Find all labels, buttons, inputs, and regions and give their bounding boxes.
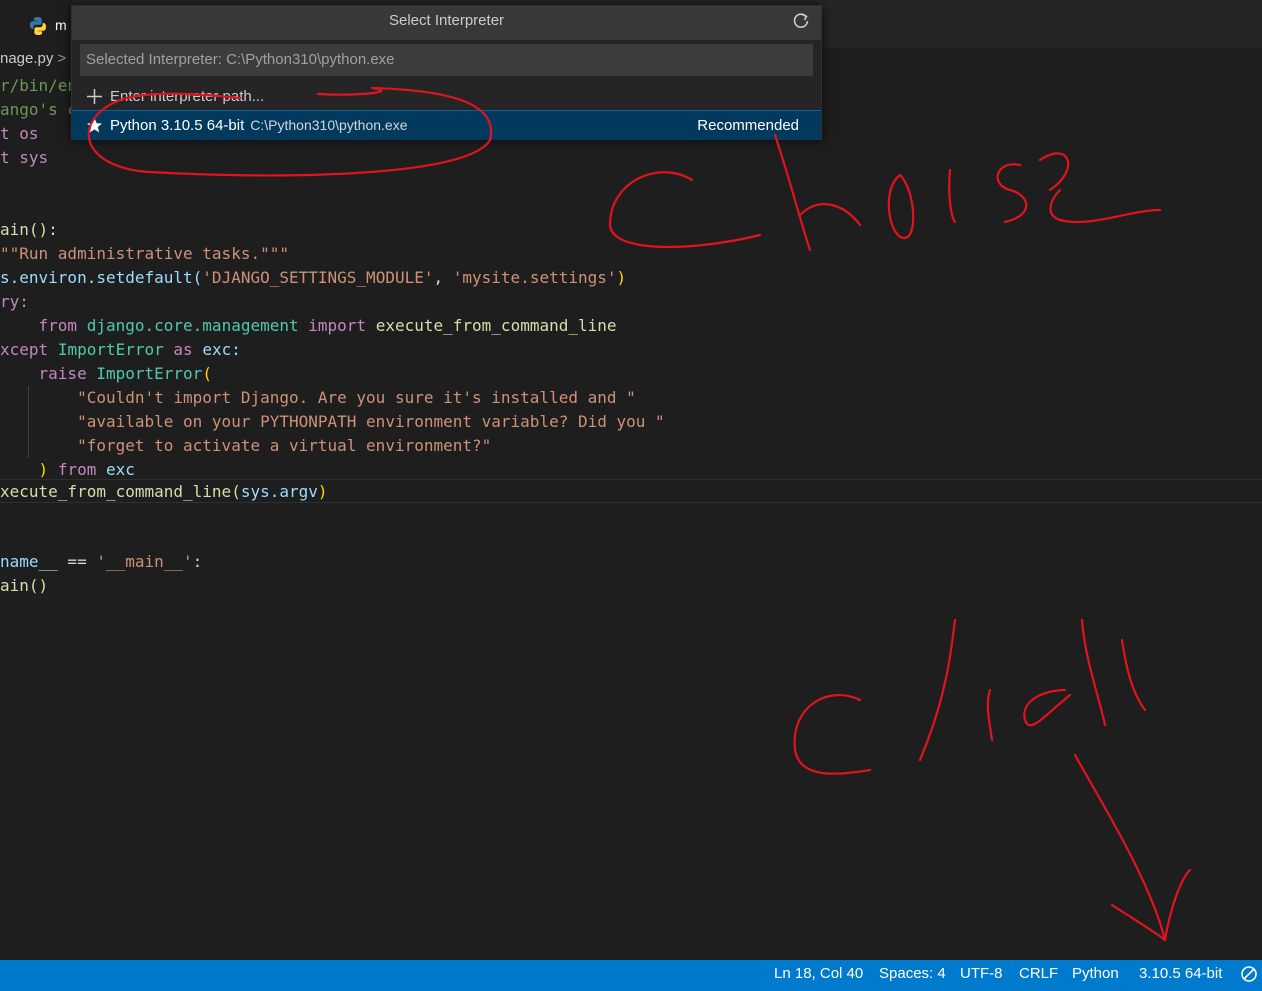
- python-interpreter-item[interactable]: Python 3.10.5 64-bit C:\Python310\python.…: [72, 110, 821, 140]
- quickpick-title: Select Interpreter: [72, 6, 821, 40]
- interpreter-selector[interactable]: 3.10.5 64-bit: [1139, 960, 1222, 988]
- code-line: "available on your PYTHONPATH environmen…: [77, 412, 665, 431]
- plus-icon: [87, 89, 102, 104]
- enter-interpreter-path-item[interactable]: Enter interpreter path...: [72, 82, 821, 111]
- code-line: xecute_from_command_line(sys.argv): [0, 482, 328, 501]
- refresh-icon[interactable]: [791, 11, 811, 31]
- item-description: C:\Python310\python.exe: [250, 117, 408, 133]
- code-line: name__ == '__main__':: [0, 552, 203, 571]
- code-line: ain():: [0, 220, 58, 239]
- code-line: ain(): [0, 576, 49, 595]
- code-line: from django.core.management import execu…: [38, 316, 617, 335]
- code-line: ""Run administrative tasks.""": [0, 244, 289, 263]
- code-line: raise ImportError(: [38, 364, 212, 383]
- breadcrumb[interactable]: nage.py >: [0, 50, 66, 74]
- code-line: "forget to activate a virtual environmen…: [77, 436, 492, 455]
- breadcrumb-separator: >: [57, 50, 67, 67]
- python-icon: [30, 17, 46, 35]
- line-ending[interactable]: CRLF: [1019, 960, 1058, 988]
- code-line: ry:: [0, 292, 29, 311]
- breadcrumb-file[interactable]: nage.py: [0, 50, 53, 67]
- code-line: t os: [0, 124, 39, 143]
- code-line: r/bin/en: [0, 76, 78, 95]
- language-mode[interactable]: Python: [1072, 960, 1119, 988]
- encoding[interactable]: UTF-8: [960, 960, 1003, 988]
- item-label: Enter interpreter path...: [110, 88, 265, 105]
- indentation[interactable]: Spaces: 4: [879, 960, 946, 988]
- code-line: ango's c: [0, 100, 78, 119]
- annotation-choose: [608, 133, 1162, 252]
- no-problems-icon[interactable]: [1240, 965, 1258, 983]
- code-line: "Couldn't import Django. Are you sure it…: [77, 388, 636, 407]
- select-interpreter-quickpick: Select Interpreter Selected Interpreter:…: [71, 5, 822, 140]
- recommended-badge: Recommended: [697, 117, 799, 134]
- interpreter-input[interactable]: Selected Interpreter: C:\Python310\pytho…: [80, 44, 813, 76]
- code-line: s.environ.setdefault('DJANGO_SETTINGS_MO…: [0, 268, 627, 287]
- editor-tab[interactable]: m: [0, 0, 72, 48]
- code-line: t sys: [0, 148, 49, 167]
- status-bar: Ln 18, Col 40 Spaces: 4 UTF-8 CRLF Pytho…: [0, 960, 1262, 991]
- cursor-position[interactable]: Ln 18, Col 40: [774, 960, 863, 988]
- code-line: xcept ImportError as exc:: [0, 340, 241, 359]
- annotation-click: [793, 618, 1192, 942]
- tab-label: m: [55, 17, 67, 33]
- item-label: Python 3.10.5 64-bit: [110, 117, 245, 134]
- indent-guide: [28, 386, 29, 458]
- star-icon: [87, 118, 102, 133]
